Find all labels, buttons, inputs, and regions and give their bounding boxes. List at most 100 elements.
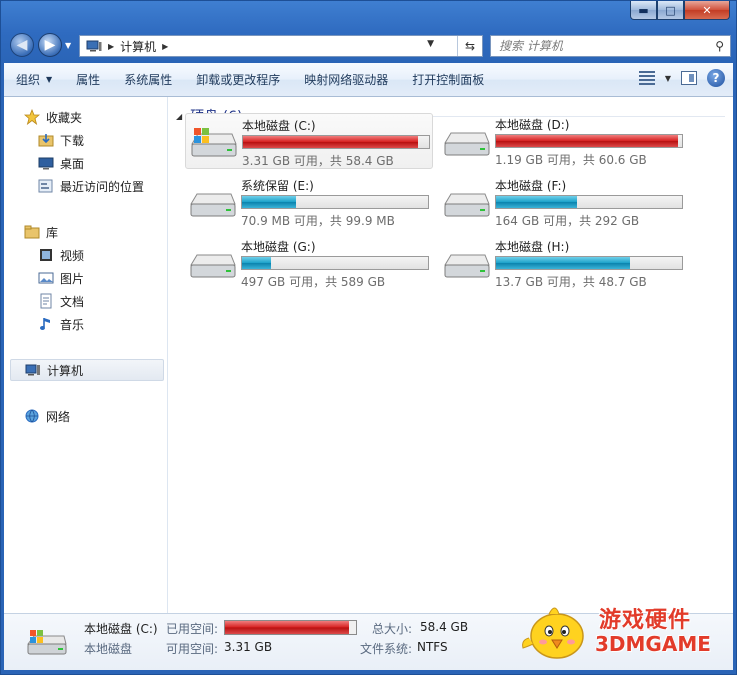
watermark: 游戏硬件 3DMGAME [519, 598, 729, 664]
sidebar-item-label: 收藏夹 [46, 110, 83, 125]
organize-label: 组织 [16, 73, 41, 87]
details-total-value: 58.4 GB [420, 620, 469, 634]
back-button[interactable]: ◀ [10, 33, 34, 57]
content-area: 组织 ▼ 属性 系统属性 卸载或更改程序 映射网络驱动器 打开控制面板 ▼ ? 收… [4, 63, 733, 670]
sidebar-item-computer[interactable]: 计算机 [10, 359, 164, 381]
details-used-label: 已用空间: [166, 622, 219, 636]
drive-name: 本地磁盘 (H:) [495, 240, 570, 254]
sidebar-item-label: 视频 [60, 248, 85, 263]
arrow-right-icon: ▶ [44, 37, 56, 53]
drive-icon [27, 630, 67, 655]
drive-tile[interactable]: 本地磁盘 (F:) 164 GB 可用，共 292 GB [439, 174, 687, 230]
documents-icon [38, 293, 54, 309]
desktop-icon [38, 155, 54, 171]
preview-pane-icon[interactable] [681, 71, 697, 85]
recent-pages-dropdown[interactable]: ▼ [65, 41, 71, 50]
forward-button[interactable]: ▶ [38, 33, 62, 57]
uninstall-button[interactable]: 卸载或更改程序 [184, 63, 292, 96]
search-box: ⚲ [490, 35, 731, 57]
file-view: ◢ 硬盘 (6) 本地磁盘 (C:)3.31 GB 可用，共 58.4 GB本地… [168, 97, 733, 613]
drive-usage-bar [241, 195, 429, 209]
drive-usage-bar [495, 195, 683, 209]
details-drive-name: 本地磁盘 (C:) [84, 622, 158, 636]
drive-icon [190, 193, 236, 217]
details-drive-type: 本地磁盘 [84, 642, 133, 656]
sidebar-item-favorites[interactable]: 收藏夹 [24, 107, 184, 127]
address-bar[interactable]: ▶ 计算机 ▶ ▼ ⇆ [79, 35, 483, 57]
drive-icon [444, 254, 490, 278]
drive-usage-fill [496, 196, 578, 208]
search-input[interactable] [499, 38, 699, 54]
drive-usage-bar [495, 256, 683, 270]
minimize-button[interactable]: ▬ [630, 1, 657, 20]
sidebar-item-network[interactable]: 网络 [24, 406, 184, 426]
drive-name: 本地磁盘 (G:) [241, 240, 316, 254]
drive-usage-bar [495, 134, 683, 148]
address-dropdown-icon[interactable]: ▼ [427, 39, 434, 49]
drive-icon [444, 132, 490, 156]
toolbar-right: ▼ ? [638, 69, 725, 87]
breadcrumb-computer[interactable]: 计算机 [120, 38, 156, 55]
drive-tile[interactable]: 系统保留 (E:) 70.9 MB 可用，共 99.9 MB [185, 174, 433, 230]
view-dropdown-icon[interactable]: ▼ [665, 74, 671, 83]
drive-tile[interactable]: 本地磁盘 (H:) 13.7 GB 可用，共 48.7 GB [439, 235, 687, 291]
view-options-icon[interactable] [638, 71, 655, 85]
drive-free-space: 13.7 GB 可用，共 48.7 GB [495, 275, 647, 289]
drive-free-space: 164 GB 可用，共 292 GB [495, 214, 640, 228]
control-panel-button[interactable]: 打开控制面板 [400, 63, 496, 96]
breadcrumb-separator-icon[interactable]: ▶ [162, 42, 168, 51]
download-folder-icon [38, 132, 54, 148]
refresh-button[interactable]: ⇆ [457, 36, 482, 56]
details-fs-value: NTFS [417, 640, 448, 654]
drive-tile[interactable]: 本地磁盘 (D:) 1.19 GB 可用，共 60.6 GB [439, 113, 687, 169]
breadcrumb-separator-icon[interactable]: ▶ [108, 42, 114, 51]
drive-free-space: 70.9 MB 可用，共 99.9 MB [241, 214, 395, 228]
star-icon [24, 109, 40, 125]
computer-icon [86, 40, 102, 52]
drive-usage-fill [243, 136, 419, 148]
arrow-left-icon: ◀ [16, 37, 28, 53]
drive-usage-fill [242, 257, 272, 269]
sidebar-item-label: 图片 [60, 271, 85, 286]
chick-mascot-icon [522, 607, 584, 659]
drive-name: 本地磁盘 (F:) [495, 179, 567, 193]
sidebar-item-libraries[interactable]: 库 [24, 222, 184, 242]
details-free-label: 可用空间: [166, 642, 219, 656]
search-icon[interactable]: ⚲ [715, 39, 724, 53]
caption-buttons: ▬ □ ✕ [630, 1, 730, 20]
drive-usage-bar [242, 135, 430, 149]
watermark-text-cn: 游戏硬件 [599, 608, 692, 633]
pictures-icon [38, 270, 54, 286]
sidebar-item-label: 库 [46, 225, 59, 240]
computer-icon [25, 362, 41, 378]
system-properties-button[interactable]: 系统属性 [112, 63, 184, 96]
drive-free-space: 497 GB 可用，共 589 GB [241, 275, 386, 289]
drive-tile[interactable]: 本地磁盘 (C:) 3.31 GB 可用，共 58.4 GB [185, 113, 433, 169]
details-free-value: 3.31 GB [224, 640, 273, 654]
organize-menu[interactable]: 组织 ▼ [4, 63, 64, 96]
drive-usage-fill [496, 135, 679, 147]
drive-tile[interactable]: 本地磁盘 (G:) 497 GB 可用，共 589 GB [185, 235, 433, 291]
drive-icon [190, 254, 236, 278]
sidebar-item-label: 最近访问的位置 [60, 179, 145, 194]
maximize-button[interactable]: □ [657, 1, 684, 20]
sidebar-item-label: 桌面 [60, 156, 85, 171]
title-bar: ▬ □ ✕ [1, 1, 736, 25]
collapse-triangle-icon[interactable]: ◢ [176, 112, 182, 121]
properties-button[interactable]: 属性 [64, 63, 112, 96]
sidebar-item-label: 文档 [60, 294, 85, 309]
chevron-down-icon: ▼ [46, 75, 53, 84]
map-drive-button[interactable]: 映射网络驱动器 [292, 63, 400, 96]
drive-name: 本地磁盘 (D:) [495, 118, 570, 132]
library-icon [24, 224, 40, 240]
drive-name: 系统保留 (E:) [241, 179, 314, 193]
address-row: ◀ ▶ ▼ ▶ 计算机 ▶ ▼ ⇆ ⚲ [1, 29, 736, 61]
refresh-icon: ⇆ [464, 39, 476, 53]
drive-usage-fill [242, 196, 296, 208]
details-pane: 本地磁盘 (C:) 本地磁盘 已用空间: 可用空间: 3.31 GB 总大小: … [4, 607, 733, 670]
help-icon[interactable]: ? [707, 69, 725, 87]
drive-free-space: 1.19 GB 可用，共 60.6 GB [495, 153, 647, 167]
drive-usage-fill [496, 257, 630, 269]
close-button[interactable]: ✕ [684, 1, 730, 20]
watermark-text-en: 3DMGAME [595, 632, 711, 656]
